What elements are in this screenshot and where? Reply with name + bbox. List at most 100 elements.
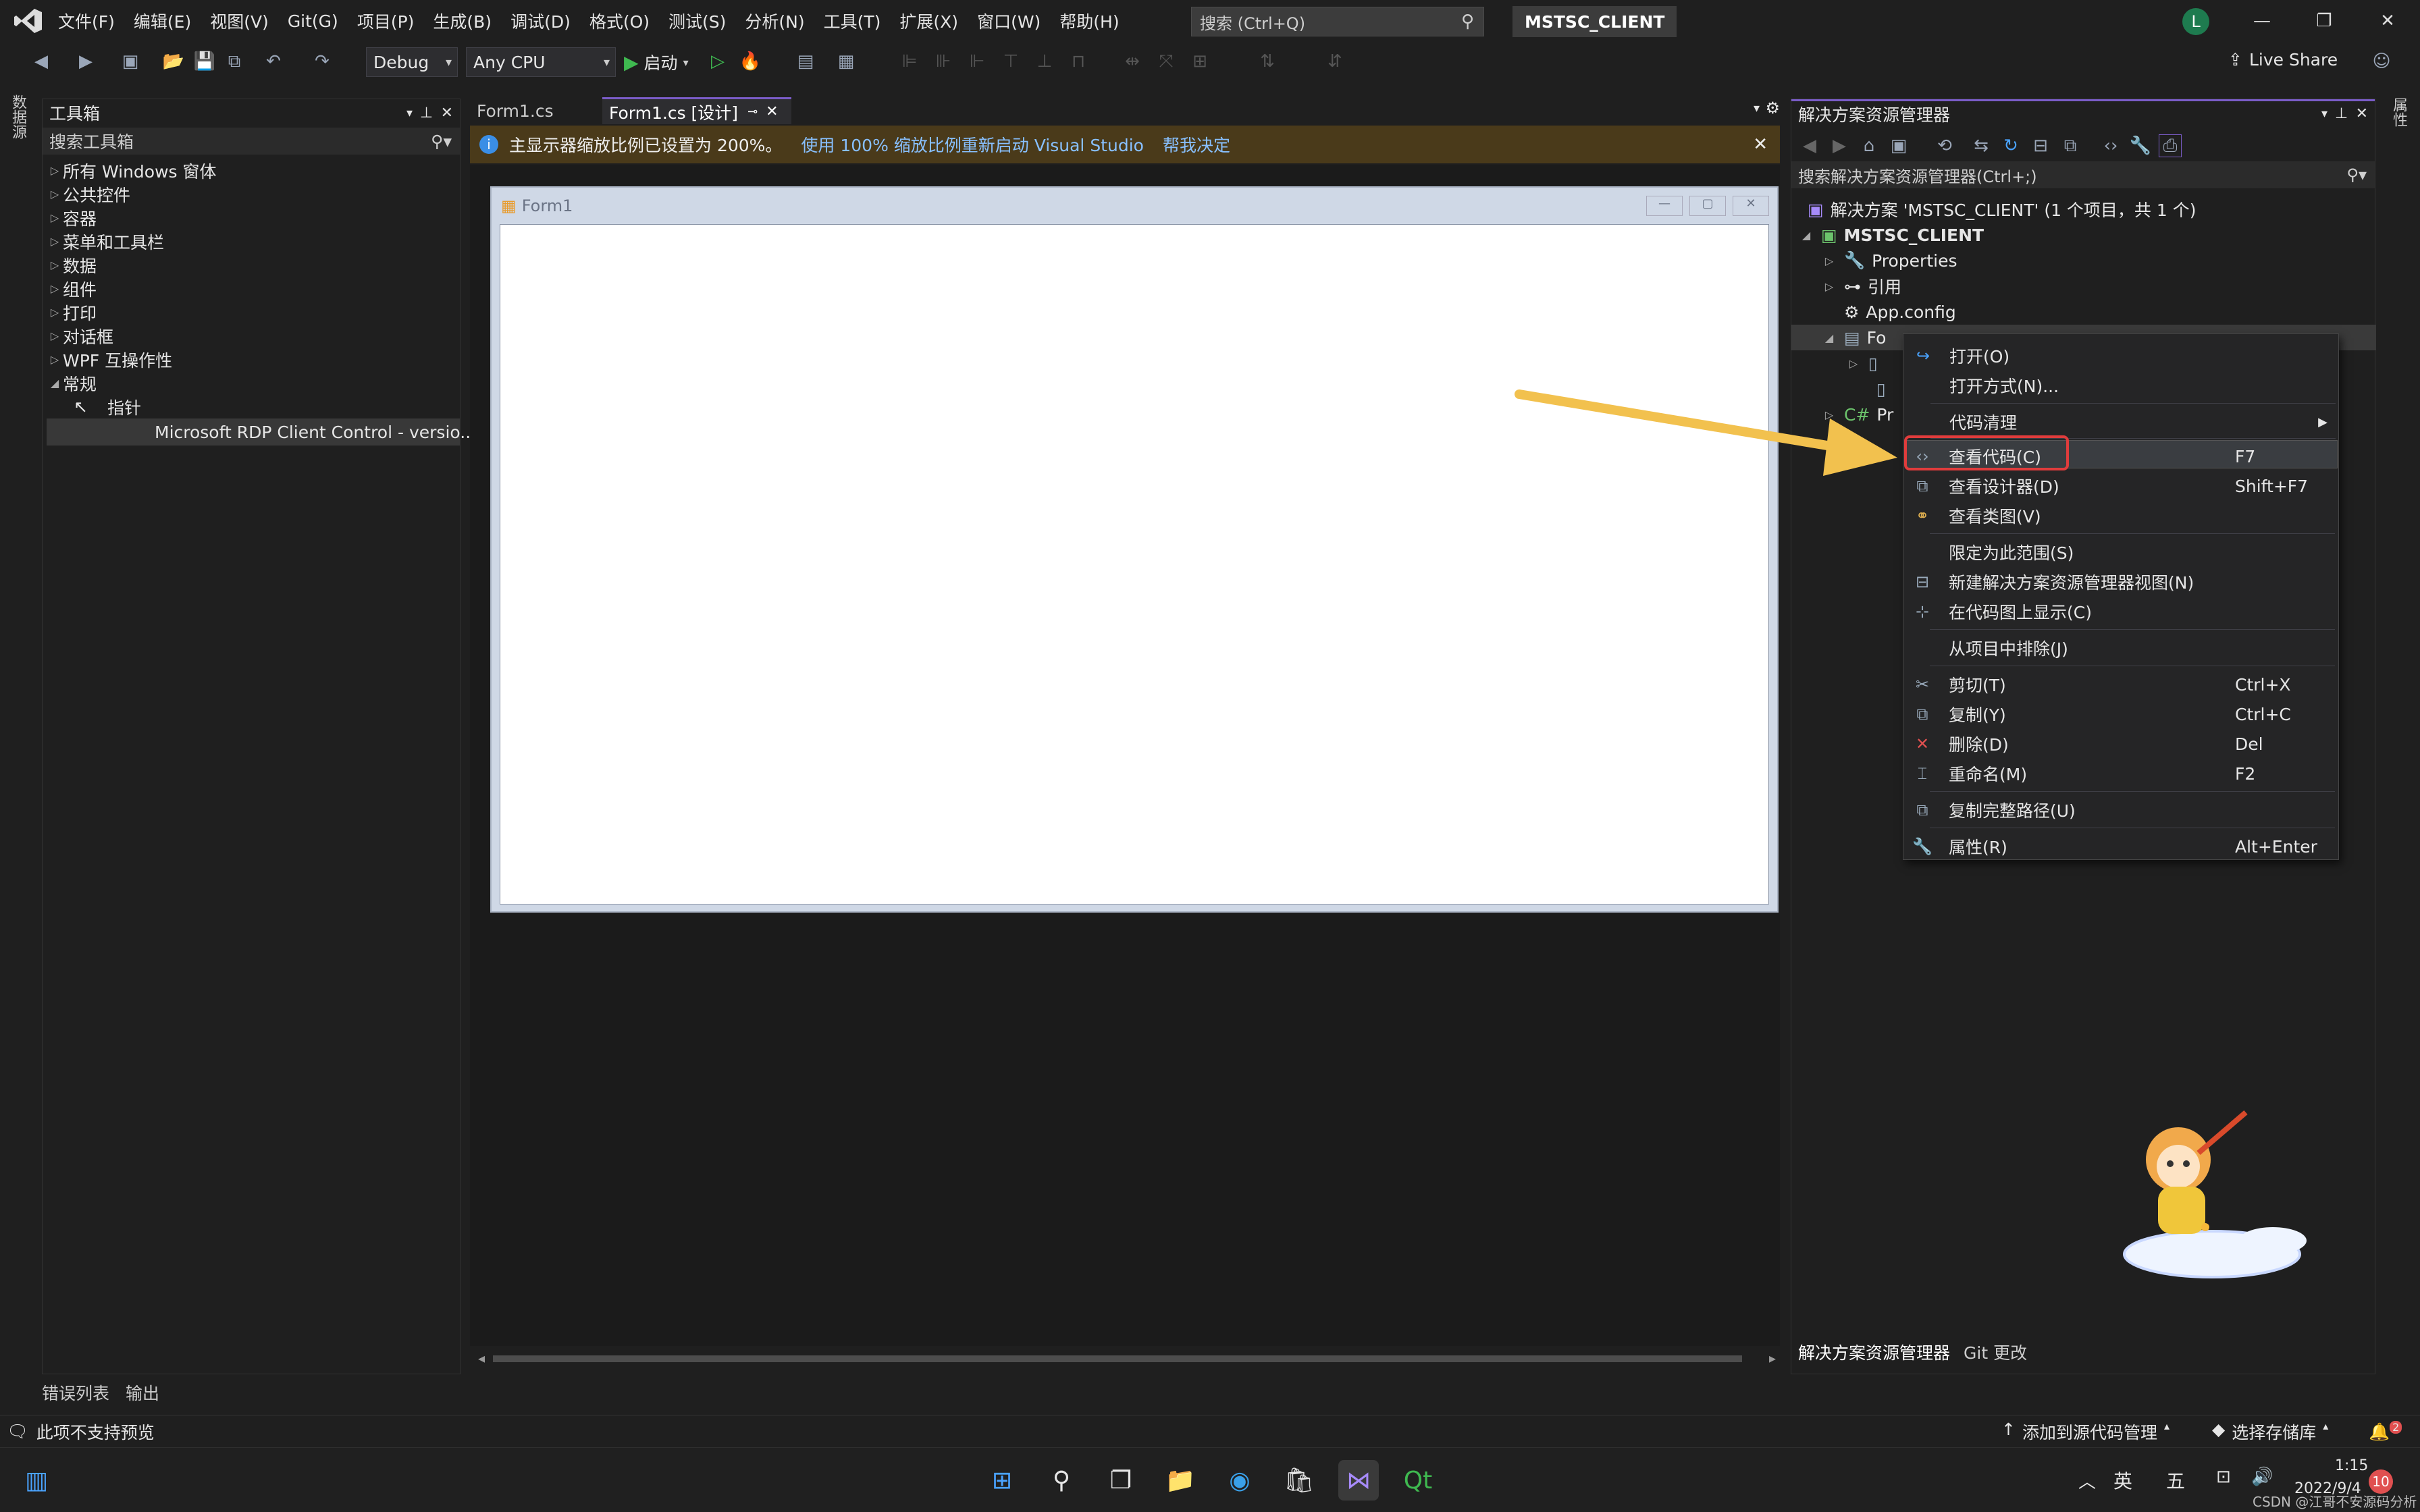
edge-browser-icon[interactable]: ◉ [1219, 1460, 1260, 1501]
tab-form1-cs[interactable]: Form1.cs [470, 97, 560, 124]
ime-language[interactable]: 英 [2113, 1467, 2132, 1494]
menu-build[interactable]: 生成(B) [423, 9, 501, 33]
feedback-icon[interactable]: ☺ [2370, 50, 2393, 73]
live-share-button[interactable]: ⇪ Live Share [2228, 50, 2338, 70]
select-repository-button[interactable]: ◆ 选择存储库 ▴ [2212, 1420, 2328, 1444]
menu-scope-to-this[interactable]: 限定为此范围(S) [1903, 537, 2338, 567]
grid-icon[interactable]: ⊞ [1188, 50, 1211, 73]
search-icon[interactable]: ⚲ [1041, 1460, 1082, 1501]
toolbox-group[interactable]: ▷ 容器 [47, 206, 460, 230]
help-decide-link[interactable]: 帮我决定 [1163, 132, 1230, 157]
panel-menu-icon[interactable]: ▾ [2321, 107, 2327, 121]
close-icon[interactable]: ✕ [441, 105, 453, 122]
toolbox-group[interactable]: ▷ 所有 Windows 窗体 [47, 159, 460, 182]
project-node[interactable]: ◢ ▣ MSTSC_CLIENT [1798, 222, 1984, 248]
volume-icon[interactable]: 🔊 [2251, 1467, 2273, 1487]
vs-logo-icon[interactable] [8, 0, 49, 42]
menu-extensions[interactable]: 扩展(X) [890, 9, 968, 33]
tab-form1-designer[interactable]: Form1.cs [设计] ⊸ ✕ [602, 97, 791, 124]
tab-order-icon[interactable]: ⇵ [1323, 50, 1346, 73]
close-icon[interactable]: ✕ [2356, 105, 2368, 122]
start-without-debug-icon[interactable]: ▷ [706, 50, 729, 73]
qt-creator-icon[interactable]: Qt [1398, 1460, 1438, 1501]
menu-view-designer[interactable]: ⧉ 查看设计器(D) Shift+F7 [1903, 471, 2338, 501]
hot-reload-icon[interactable]: 🔥 [739, 50, 762, 73]
close-infobar-icon[interactable]: ✕ [1753, 134, 1768, 155]
solution-search-input[interactable]: 搜索解决方案资源管理器(Ctrl+;) ⚲▾ [1791, 161, 2375, 188]
menu-analyze[interactable]: 分析(N) [735, 9, 814, 33]
menu-file[interactable]: 文件(F) [49, 9, 124, 33]
references-node[interactable]: ▷ ⊶ 引用 [1821, 273, 1901, 299]
toolbox-group[interactable]: ▷ 数据 [47, 253, 460, 277]
align-left-icon[interactable]: ⊫ [898, 50, 921, 73]
tray-overflow-icon[interactable]: ︿ [2078, 1468, 2096, 1493]
align-center-icon[interactable]: ⊪ [932, 50, 955, 73]
menu-test[interactable]: 测试(S) [659, 9, 735, 33]
save-all-icon[interactable]: ⧉ [223, 50, 246, 73]
menu-format[interactable]: 格式(O) [580, 9, 659, 33]
tab-git-changes[interactable]: Git 更改 [1964, 1340, 2027, 1364]
close-tab-icon[interactable]: ✕ [766, 103, 778, 120]
scroll-right-icon[interactable]: ▸ [1769, 1350, 1776, 1366]
toolbox-group[interactable]: ▷ 对话框 [47, 324, 460, 348]
minimize-button[interactable]: — [2242, 5, 2282, 36]
menu-edit[interactable]: 编辑(E) [124, 9, 201, 33]
browse-icon[interactable]: ▤ [794, 50, 817, 73]
windows-start-icon[interactable]: ⊞ [982, 1460, 1022, 1501]
toolbox-group[interactable]: ▷ 打印 [47, 300, 460, 324]
pin-icon[interactable]: ⊥ [420, 105, 433, 122]
form-preview[interactable]: ▦ Form1 — ▢ ✕ [490, 186, 1779, 913]
avatar[interactable]: L [2182, 8, 2209, 35]
pin-icon[interactable]: ⊥ [2335, 105, 2348, 122]
properties-tab[interactable]: 属性 [2388, 97, 2409, 127]
align-top-icon[interactable]: ⊤ [999, 50, 1022, 73]
start-button[interactable]: ▶ 启动 ▾ [624, 49, 689, 76]
add-to-source-control-button[interactable]: ↑ 添加到源代码管理 ▴ [2001, 1420, 2169, 1444]
widgets-icon[interactable]: ▥ [16, 1460, 57, 1501]
scroll-thumb[interactable] [493, 1355, 1742, 1362]
open-folder-icon[interactable]: 📂 [162, 50, 185, 73]
align-middle-icon[interactable]: ⊥ [1033, 50, 1056, 73]
menu-project[interactable]: 项目(P) [348, 9, 424, 33]
menu-copy-full-path[interactable]: ⧉ 复制完整路径(U) [1903, 795, 2338, 825]
form-client-area[interactable] [500, 224, 1769, 905]
redo-icon[interactable]: ↷ [311, 50, 334, 73]
data-sources-tab[interactable]: 数据源 [7, 94, 28, 139]
toolbox-group[interactable]: ▷ WPF 互操作性 [47, 348, 460, 371]
search-input[interactable]: 搜索 (Ctrl+Q) ⚲ [1191, 7, 1484, 36]
restart-link[interactable]: 使用 100% 缩放比例重新启动 Visual Studio [801, 132, 1144, 157]
ime-mode[interactable]: 五 [2166, 1467, 2185, 1494]
toolbox-group-expanded[interactable]: ◢ 常规 [47, 371, 460, 395]
properties-node[interactable]: ▷ 🔧 Properties [1821, 248, 1957, 273]
designer-hscrollbar[interactable]: ◂ ▸ [475, 1350, 1781, 1368]
notification-badge[interactable]: 10 [2369, 1469, 2393, 1494]
order-icon[interactable]: ⇅ [1256, 50, 1279, 73]
notifications-icon[interactable]: 🔔 2 [2369, 1420, 2402, 1442]
view-code-icon[interactable]: ‹› [2099, 134, 2122, 157]
preview-icon[interactable]: ⎙ [2159, 134, 2182, 157]
menu-view-class-diagram[interactable]: ⚭ 查看类图(V) [1903, 501, 2338, 531]
tab-solution-explorer[interactable]: 解决方案资源管理器 [1798, 1340, 1950, 1364]
toolbox-group[interactable]: ▷ 公共控件 [47, 182, 460, 206]
menu-new-se-view[interactable]: ⊟ 新建解决方案资源管理器视图(N) [1903, 567, 2338, 597]
pin-icon[interactable]: ⊸ [747, 105, 758, 119]
store-icon[interactable]: 🛍 [1279, 1460, 1319, 1501]
menu-git[interactable]: Git(G) [278, 11, 348, 31]
spacing-icon[interactable]: ⇹ [1121, 50, 1144, 73]
menu-rename[interactable]: ⌶ 重命名(M) F2 [1903, 759, 2338, 788]
clock-time[interactable]: 1:15 [2335, 1457, 2368, 1474]
form1-child-node[interactable]: ▷ ▯ [1845, 350, 1885, 376]
scroll-left-icon[interactable]: ◂ [478, 1350, 485, 1366]
toolbox-search-input[interactable]: 搜索工具箱 ⚲▾ [43, 128, 460, 155]
properties-wrench-icon[interactable]: 🔧 [2129, 134, 2152, 157]
menu-copy[interactable]: ⧉ 复制(Y) Ctrl+C [1903, 699, 2338, 729]
menu-view[interactable]: 视图(V) [201, 9, 278, 33]
menu-debug[interactable]: 调试(D) [501, 9, 580, 33]
refresh-icon[interactable]: ↻ [1999, 134, 2022, 157]
switch-views-icon[interactable]: ▣ [1887, 134, 1910, 157]
menu-properties[interactable]: 🔧 属性(R) Alt+Enter [1903, 832, 2338, 861]
restore-button[interactable]: ❐ [2304, 5, 2344, 36]
task-view-icon[interactable]: ❐ [1101, 1460, 1141, 1501]
save-icon[interactable]: 💾 [193, 50, 216, 73]
close-window-button[interactable]: ✕ [2367, 5, 2408, 36]
